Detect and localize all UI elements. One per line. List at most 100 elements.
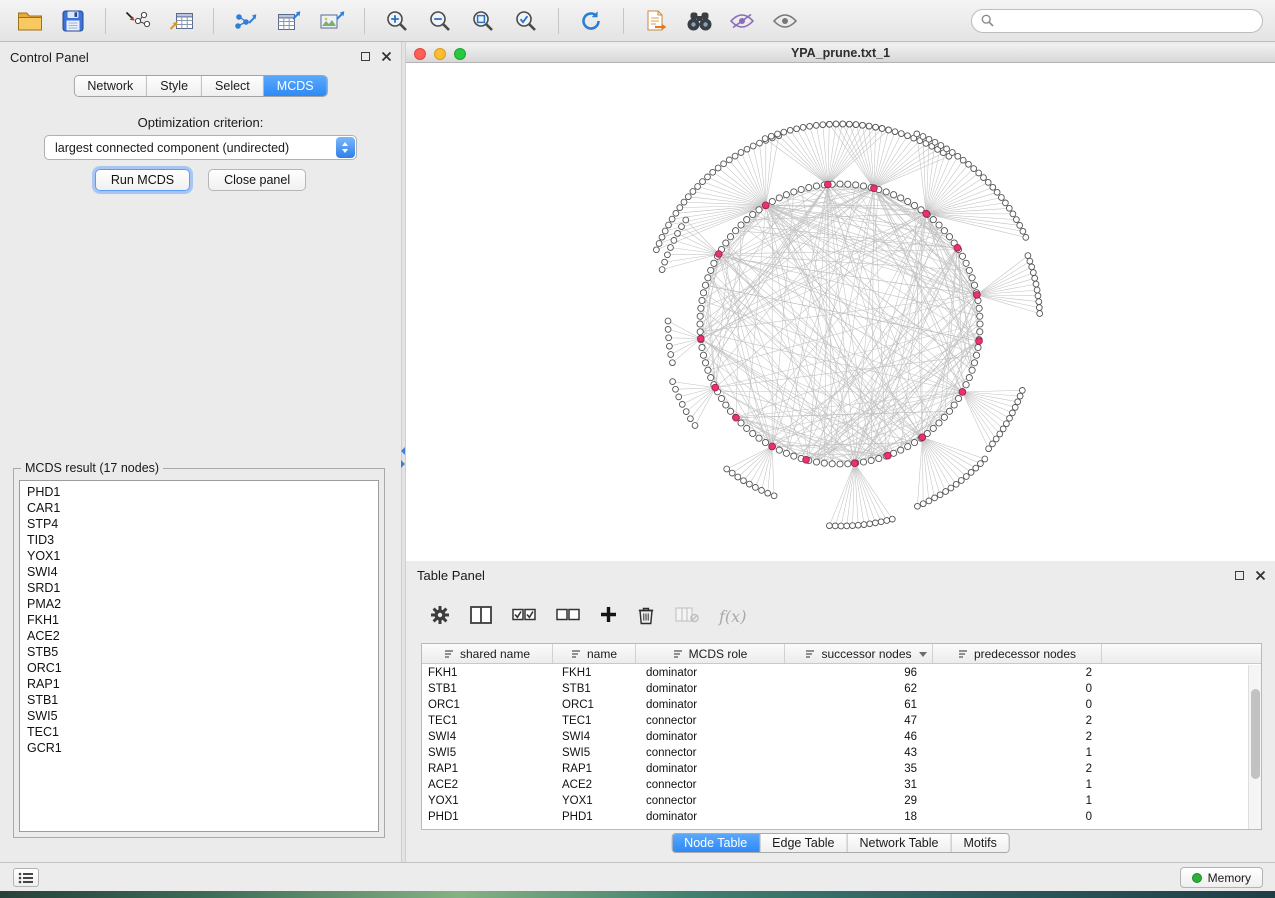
list-icon <box>18 872 34 884</box>
network-graph[interactable] <box>406 64 1275 561</box>
show-columns-button[interactable] <box>470 606 492 627</box>
collapse-left-icon[interactable] <box>401 447 405 455</box>
tab-mcds[interactable]: MCDS <box>264 76 327 96</box>
network-canvas[interactable] <box>406 64 1275 561</box>
zoom-out-button[interactable] <box>422 5 458 37</box>
zoom-fit-button[interactable] <box>465 5 501 37</box>
table-row[interactable]: PHD1PHD1dominator180 <box>422 809 1248 825</box>
close-panel-icon[interactable] <box>1255 570 1266 581</box>
share-document-button[interactable] <box>638 5 674 37</box>
table-body: FKH1FKH1dominator962STB1STB1dominator620… <box>422 665 1248 829</box>
result-node-item[interactable]: CAR1 <box>20 500 378 516</box>
result-node-item[interactable]: SWI4 <box>20 564 378 580</box>
close-panel-icon[interactable] <box>381 51 392 62</box>
zoom-fit-icon <box>471 9 495 33</box>
result-node-item[interactable]: STP4 <box>20 516 378 532</box>
table-cell: STB1 <box>553 683 636 695</box>
table-row[interactable]: YOX1YOX1connector291 <box>422 793 1248 809</box>
import-network-button[interactable] <box>120 5 156 37</box>
open-session-button[interactable] <box>12 5 48 37</box>
table-cell: FKH1 <box>553 667 636 679</box>
search-box[interactable] <box>971 9 1263 33</box>
result-node-item[interactable]: FKH1 <box>20 612 378 628</box>
save-session-button[interactable] <box>55 5 91 37</box>
result-node-item[interactable]: RAP1 <box>20 676 378 692</box>
float-panel-icon[interactable] <box>361 52 370 61</box>
table-row[interactable]: ACE2ACE2connector311 <box>422 777 1248 793</box>
show-overlay-button[interactable] <box>767 5 803 37</box>
optimization-criterion-label: Optimization criterion: <box>0 115 401 130</box>
select-all-button[interactable] <box>512 608 536 625</box>
show-panel-button[interactable] <box>13 868 39 887</box>
table-row[interactable]: SWI4SWI4dominator462 <box>422 729 1248 745</box>
table-row[interactable]: FKH1FKH1dominator962 <box>422 665 1248 681</box>
delete-row-button[interactable] <box>637 605 655 628</box>
tab-edge-table[interactable]: Edge Table <box>760 834 847 852</box>
zoom-in-button[interactable] <box>379 5 415 37</box>
expand-right-icon[interactable] <box>401 460 405 468</box>
result-node-item[interactable]: YOX1 <box>20 548 378 564</box>
float-panel-icon[interactable] <box>1235 571 1244 580</box>
table-cell: 0 <box>933 699 1102 711</box>
tab-network[interactable]: Network <box>74 76 147 96</box>
column-header[interactable]: MCDS role <box>636 644 785 663</box>
result-node-item[interactable]: PMA2 <box>20 596 378 612</box>
apply-layout-button[interactable] <box>573 5 609 37</box>
column-label: MCDS role <box>689 647 748 661</box>
result-node-item[interactable]: STB1 <box>20 692 378 708</box>
tab-node-table[interactable]: Node Table <box>672 834 760 852</box>
export-network-button[interactable] <box>228 5 264 37</box>
result-node-item[interactable]: SRD1 <box>20 580 378 596</box>
criterion-dropdown[interactable]: largest connected component (undirected) <box>44 135 357 160</box>
export-image-button[interactable] <box>314 5 350 37</box>
minimize-window-icon[interactable] <box>434 48 446 60</box>
binoculars-icon <box>686 11 713 31</box>
result-node-item[interactable]: GCR1 <box>20 740 378 756</box>
hide-overlay-button[interactable] <box>724 5 760 37</box>
table-cell: 61 <box>785 699 933 711</box>
search-input[interactable] <box>1000 14 1253 28</box>
table-row[interactable]: TEC1TEC1connector472 <box>422 713 1248 729</box>
column-header[interactable]: shared name <box>422 644 553 663</box>
run-mcds-button[interactable]: Run MCDS <box>95 169 190 191</box>
result-node-item[interactable]: TEC1 <box>20 724 378 740</box>
splitter-collapse-arrows[interactable] <box>401 447 405 468</box>
table-cell: 46 <box>785 731 933 743</box>
result-node-item[interactable]: ORC1 <box>20 660 378 676</box>
result-node-item[interactable]: SWI5 <box>20 708 378 724</box>
dropdown-stepper-icon <box>336 137 355 158</box>
tab-network-table[interactable]: Network Table <box>848 834 952 852</box>
table-row[interactable]: STB1STB1dominator620 <box>422 681 1248 697</box>
result-node-item[interactable]: ACE2 <box>20 628 378 644</box>
column-header[interactable]: name <box>553 644 636 663</box>
table-row[interactable]: SWI5SWI5connector431 <box>422 745 1248 761</box>
import-table-button[interactable] <box>163 5 199 37</box>
find-button[interactable] <box>681 5 717 37</box>
network-window-titlebar[interactable]: YPA_prune.txt_1 <box>406 44 1275 63</box>
add-row-button[interactable] <box>600 606 617 626</box>
tab-motifs[interactable]: Motifs <box>951 834 1008 852</box>
table-cell: TEC1 <box>422 715 553 727</box>
result-node-item[interactable]: STB5 <box>20 644 378 660</box>
result-node-item[interactable]: TID3 <box>20 532 378 548</box>
close-panel-button[interactable]: Close panel <box>208 169 306 191</box>
close-window-icon[interactable] <box>414 48 426 60</box>
toolbar-separator <box>623 8 624 34</box>
sort-chevron-icon[interactable] <box>919 652 927 657</box>
settings-button[interactable] <box>430 605 450 628</box>
column-header[interactable]: successor nodes <box>785 644 933 663</box>
plus-icon <box>600 606 617 623</box>
deselect-all-button[interactable] <box>556 608 580 625</box>
tab-style[interactable]: Style <box>147 76 202 96</box>
tab-select[interactable]: Select <box>202 76 264 96</box>
table-scrollbar[interactable] <box>1248 665 1261 829</box>
table-row[interactable]: ORC1ORC1dominator610 <box>422 697 1248 713</box>
export-table-button[interactable] <box>271 5 307 37</box>
result-node-item[interactable]: PHD1 <box>20 484 378 500</box>
maximize-window-icon[interactable] <box>454 48 466 60</box>
scrollbar-thumb[interactable] <box>1251 689 1260 779</box>
memory-button[interactable]: Memory <box>1180 867 1263 888</box>
zoom-selected-button[interactable] <box>508 5 544 37</box>
column-header[interactable]: predecessor nodes <box>933 644 1102 663</box>
table-row[interactable]: RAP1RAP1dominator352 <box>422 761 1248 777</box>
